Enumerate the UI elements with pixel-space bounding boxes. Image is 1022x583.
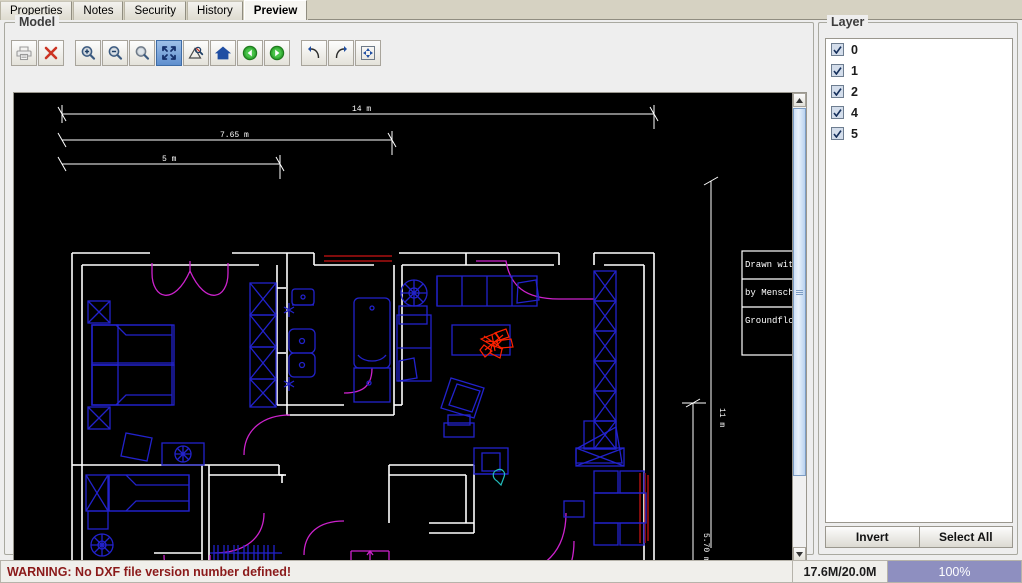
next-view-icon-button[interactable] <box>264 40 290 66</box>
scroll-up-arrow-icon[interactable] <box>793 93 806 107</box>
progress-bar: 100% <box>888 560 1022 583</box>
memory-indicator[interactable]: 17.6M/20.0M <box>792 560 888 583</box>
layer-checkbox-icon[interactable] <box>831 127 844 140</box>
layer-list-item[interactable]: 1 <box>826 60 1012 81</box>
title-block-line-1: Drawn with A <box>745 260 794 270</box>
canvas-vertical-scrollbar[interactable] <box>792 93 806 561</box>
layer-list-item[interactable]: 4 <box>826 102 1012 123</box>
layer-list-item[interactable]: 2 <box>826 81 1012 102</box>
tab-bar: Properties Notes Security History Previe… <box>0 0 1022 20</box>
zoom-in-icon-button[interactable] <box>75 40 101 66</box>
print-icon-button[interactable] <box>11 40 37 66</box>
layer-checkbox-icon[interactable] <box>831 106 844 119</box>
layer-label: 1 <box>851 63 858 78</box>
layer-list-item[interactable]: 0 <box>826 39 1012 60</box>
scroll-down-arrow-icon[interactable] <box>793 547 806 561</box>
tab-notes-label: Notes <box>83 5 114 17</box>
svg-text:14 m: 14 m <box>352 105 371 114</box>
select-all-button[interactable]: Select All <box>919 526 1013 548</box>
pan-icon-button[interactable] <box>355 40 381 66</box>
model-group-legend: Model <box>15 15 60 29</box>
zoom-icon-button[interactable] <box>129 40 155 66</box>
layer-group-legend: Layer <box>827 15 869 29</box>
tab-history[interactable]: History <box>187 1 243 20</box>
tab-security[interactable]: Security <box>124 1 187 20</box>
title-block-line-3: Groundfloor <box>745 316 794 326</box>
status-warning-message: WARNING: No DXF file version number defi… <box>0 560 778 583</box>
previous-view-icon-button[interactable] <box>237 40 263 66</box>
layer-checkbox-icon[interactable] <box>831 64 844 77</box>
tab-security-label: Security <box>134 5 177 17</box>
status-bar-spacer <box>778 560 792 583</box>
drawing-viewport[interactable]: 14 m 7.65 m 5 m 11 m 5.70 m Drawn wit by… <box>13 92 807 562</box>
close-icon-button[interactable] <box>38 40 64 66</box>
layer-checkbox-icon[interactable] <box>831 43 844 56</box>
model-group-panel: Model 14 m 7.65 m 5 m 11 m 5.70 m Drawn … <box>4 15 814 579</box>
preview-pane: Properties Notes Security History Previe… <box>0 0 1022 583</box>
layer-label: 2 <box>851 84 858 99</box>
svg-text:11 m: 11 m <box>717 408 726 427</box>
tab-preview[interactable]: Preview <box>243 0 308 20</box>
tab-history-label: History <box>197 5 233 17</box>
layer-button-row: Invert Select All <box>825 526 1013 548</box>
rotate-right-icon-button[interactable] <box>328 40 354 66</box>
layer-list[interactable]: 0 1 2 4 5 <box>825 38 1013 523</box>
layer-label: 0 <box>851 42 858 57</box>
preview-toolbar <box>11 39 382 67</box>
svg-text:7.65 m: 7.65 m <box>220 131 249 140</box>
layer-checkbox-icon[interactable] <box>831 85 844 98</box>
status-bar: WARNING: No DXF file version number defi… <box>0 560 1022 583</box>
tab-preview-label: Preview <box>253 4 298 17</box>
zoom-area-icon-button[interactable] <box>183 40 209 66</box>
layer-list-item[interactable]: 5 <box>826 123 1012 144</box>
tab-notes[interactable]: Notes <box>73 1 124 20</box>
layer-label: 5 <box>851 126 858 141</box>
invert-button[interactable]: Invert <box>825 526 920 548</box>
title-block-line-2: by Mensch u <box>745 288 794 298</box>
rotate-left-icon-button[interactable] <box>301 40 327 66</box>
layer-label: 4 <box>851 105 858 120</box>
fit-to-window-icon-button[interactable] <box>156 40 182 66</box>
vertical-scroll-thumb[interactable] <box>793 108 806 476</box>
svg-text:5 m: 5 m <box>162 155 177 164</box>
drawing-canvas[interactable]: 14 m 7.65 m 5 m 11 m 5.70 m Drawn wit by… <box>14 93 794 561</box>
progress-percent-label: 100% <box>938 564 971 579</box>
scroll-thumb-grip <box>796 289 803 296</box>
svg-text:5.70 m: 5.70 m <box>701 533 710 561</box>
zoom-out-icon-button[interactable] <box>102 40 128 66</box>
dxf-floorplan-drawing: 14 m 7.65 m 5 m 11 m 5.70 m Drawn wit by… <box>14 93 794 561</box>
layer-group-panel: Layer 0 1 2 4 5 Invert Select All <box>818 15 1018 555</box>
home-view-icon-button[interactable] <box>210 40 236 66</box>
tab-bar-filler <box>308 1 1022 20</box>
